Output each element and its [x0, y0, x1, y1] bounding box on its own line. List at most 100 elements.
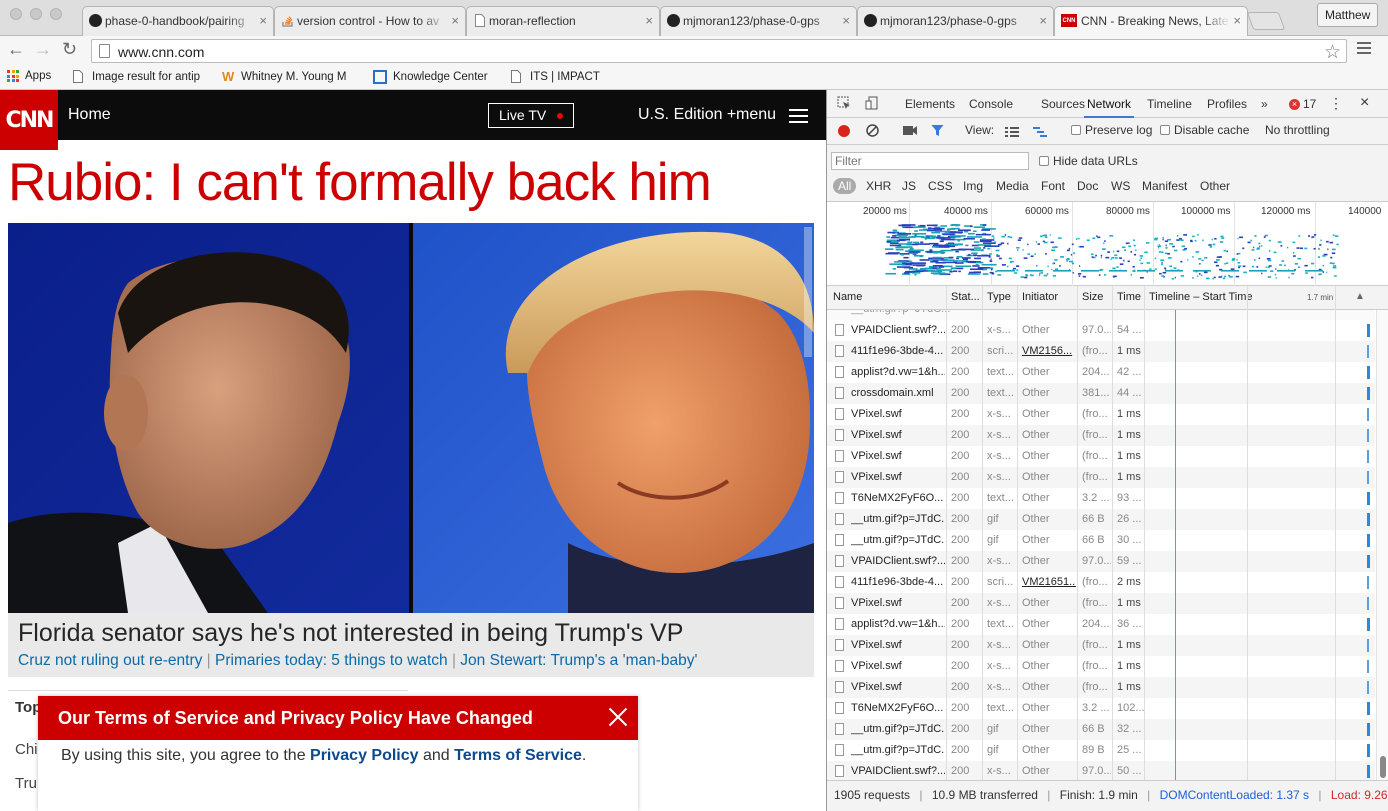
table-row[interactable]: VPAIDClient.swf?... 200 x-s... Other 97.0...… [827, 551, 1375, 572]
request-name[interactable]: VPAIDClient.swf?... [851, 555, 945, 567]
request-name[interactable]: T6NeMX2FyF6O... [851, 702, 945, 714]
type-filter-img[interactable]: Img [963, 179, 983, 193]
browser-menu-icon[interactable] [1357, 42, 1371, 57]
browser-tab[interactable]: moran-reflection × [466, 6, 660, 36]
forward-arrow-icon[interactable]: → [34, 40, 52, 58]
clear-icon[interactable] [866, 124, 879, 140]
request-name[interactable]: applist?d.vw=1&h... [851, 366, 945, 378]
tab-close-icon[interactable]: × [1039, 13, 1047, 28]
request-name[interactable]: crossdomain.xml [851, 387, 945, 399]
tab-sources[interactable]: Sources [1041, 97, 1085, 111]
bookmark-its-impact[interactable]: ITS | IMPACT [511, 70, 600, 83]
column-size[interactable]: Size [1082, 291, 1103, 303]
tab-close-icon[interactable]: × [1233, 13, 1241, 28]
live-tv-button[interactable]: Live TV [488, 103, 574, 128]
back-arrow-icon[interactable]: ← [7, 40, 25, 58]
request-name[interactable]: VPixel.swf [851, 429, 945, 441]
terms-of-service-link[interactable]: Terms of Service [454, 747, 582, 764]
tab-timeline[interactable]: Timeline [1147, 97, 1192, 111]
column-time[interactable]: Time [1117, 291, 1141, 303]
table-row[interactable]: VPixel.swf 200 x-s... Other (fro... 1 ms [827, 446, 1375, 467]
browser-tab[interactable]: mjmoran123/phase-0-gps × [660, 6, 857, 36]
home-link[interactable]: Home [68, 106, 111, 124]
column-status[interactable]: Stat... [951, 291, 980, 303]
request-name[interactable]: __utm.gif?p=JTdC... [851, 723, 945, 735]
tab-close-icon[interactable]: × [842, 13, 850, 28]
scrollbar-thumb[interactable] [1380, 756, 1386, 778]
request-name[interactable]: __utm.gif?p=JTdC... [851, 744, 945, 756]
sort-ascending-icon[interactable]: ▲ [1355, 291, 1365, 302]
bookmark-whitney-young[interactable]: W Whitney M. Young M [222, 70, 356, 83]
table-row[interactable]: VPixel.swf 200 x-s... Other (fro... 1 ms [827, 593, 1375, 614]
request-name[interactable]: 411f1e96-3bde-4... [851, 345, 945, 357]
close-icon[interactable] [608, 707, 628, 727]
devtools-menu-icon[interactable]: ⋮ [1329, 95, 1343, 112]
hamburger-menu-icon[interactable] [789, 109, 808, 127]
filter-funnel-icon[interactable] [931, 124, 944, 140]
window-close-button[interactable] [10, 8, 22, 20]
throttling-select[interactable]: No throttling [1265, 123, 1330, 137]
request-name[interactable]: __utm.gif?p=JTdC... [851, 513, 945, 525]
error-counter[interactable]: × 17 [1289, 97, 1316, 111]
tab-console[interactable]: Console [969, 97, 1013, 111]
page-info-icon[interactable] [99, 44, 110, 58]
request-list-scrollbar[interactable] [1376, 310, 1388, 780]
window-minimize-button[interactable] [30, 8, 42, 20]
table-row[interactable]: __utm.gif?p=JTdC... 200 gif Other 66 B 32 ... [827, 719, 1375, 740]
bookmark-star-icon[interactable]: ☆ [1324, 41, 1341, 64]
url-text[interactable]: www.cnn.com [118, 44, 204, 60]
type-filter-other[interactable]: Other [1200, 179, 1230, 193]
reload-icon[interactable]: ↻ [62, 40, 77, 58]
profile-button[interactable]: Matthew [1317, 3, 1379, 27]
table-row[interactable]: __utm.gif?p=JTdC... 200 gif Other 89 B 25 ... [827, 740, 1375, 761]
type-filter-doc[interactable]: Doc [1077, 179, 1098, 193]
request-list[interactable]: __utm.gif?p=JTdC... VPAIDClient.swf?... 2… [827, 310, 1388, 780]
related-link[interactable]: Jon Stewart: Trump's a 'man-baby' [460, 652, 697, 669]
cnn-logo[interactable]: CNN [0, 90, 58, 150]
request-name[interactable]: VPixel.swf [851, 408, 945, 420]
type-filter-css[interactable]: CSS [928, 179, 953, 193]
table-row[interactable]: T6NeMX2FyF6O... 200 text... Other 3.2 ... 93 … [827, 488, 1375, 509]
disable-cache-checkbox[interactable]: Disable cache [1160, 123, 1249, 137]
window-zoom-button[interactable] [50, 8, 62, 20]
table-row[interactable]: crossdomain.xml 200 text... Other 381... 44 .… [827, 383, 1375, 404]
type-filter-js[interactable]: JS [902, 179, 916, 193]
menu-link[interactable]: menu [736, 106, 776, 124]
request-name[interactable]: __utm.gif?p=JTdC... [851, 534, 945, 546]
request-name[interactable]: VPixel.swf [851, 597, 945, 609]
tab-network[interactable]: Network [1083, 97, 1135, 118]
type-filter-media[interactable]: Media [996, 179, 1029, 193]
hero-story[interactable]: Florida senator says he's not interested… [8, 223, 814, 677]
table-row[interactable]: applist?d.vw=1&h... 200 text... Other 204...… [827, 362, 1375, 383]
preserve-log-checkbox[interactable]: Preserve log [1071, 123, 1152, 137]
bookmark-image-result[interactable]: Image result for antip [73, 70, 205, 83]
browser-tab-active[interactable]: CNN CNN - Breaking News, Late × [1054, 6, 1248, 36]
hero-photo[interactable] [8, 223, 814, 613]
type-filter-ws[interactable]: WS [1111, 179, 1130, 193]
table-row[interactable]: VPixel.swf 200 x-s... Other (fro... 1 ms [827, 656, 1375, 677]
browser-tab[interactable]: mjmoran123/phase-0-gps × [857, 6, 1054, 36]
table-row[interactable]: VPixel.swf 200 x-s... Other (fro... 1 ms [827, 467, 1375, 488]
related-link[interactable]: Cruz not ruling out re-entry [18, 652, 202, 669]
page-headline[interactable]: Rubio: I can't formally back him [8, 152, 712, 213]
table-row[interactable]: __utm.gif?p=JTdC... 200 gif Other 66 B 30 ... [827, 530, 1375, 551]
request-name[interactable]: VPAIDClient.swf?... [851, 324, 945, 336]
hide-data-urls-checkbox[interactable]: Hide data URLs [1039, 154, 1138, 168]
edition-selector[interactable]: U.S. Edition + [638, 106, 736, 124]
column-initiator[interactable]: Initiator [1022, 291, 1058, 303]
new-tab-button[interactable] [1246, 12, 1286, 30]
request-name[interactable]: applist?d.vw=1&h... [851, 618, 945, 630]
tab-profiles[interactable]: Profiles [1207, 97, 1247, 111]
type-filter-xhr[interactable]: XHR [866, 179, 891, 193]
more-tabs-button[interactable]: » [1261, 97, 1268, 111]
request-name[interactable]: T6NeMX2FyF6O... [851, 492, 945, 504]
table-row[interactable]: VPAIDClient.swf?... 200 x-s... Other 97.0...… [827, 761, 1375, 780]
request-initiator[interactable]: VM2156... [1022, 345, 1076, 357]
filter-input[interactable] [831, 152, 1029, 170]
device-mode-icon[interactable] [865, 96, 879, 113]
browser-tab[interactable]: version control - How to av × [274, 6, 466, 36]
column-name[interactable]: Name [833, 291, 862, 303]
tab-close-icon[interactable]: × [259, 13, 267, 28]
privacy-policy-link[interactable]: Privacy Policy [310, 747, 419, 764]
column-timeline[interactable]: Timeline – Start Time [1149, 291, 1253, 303]
